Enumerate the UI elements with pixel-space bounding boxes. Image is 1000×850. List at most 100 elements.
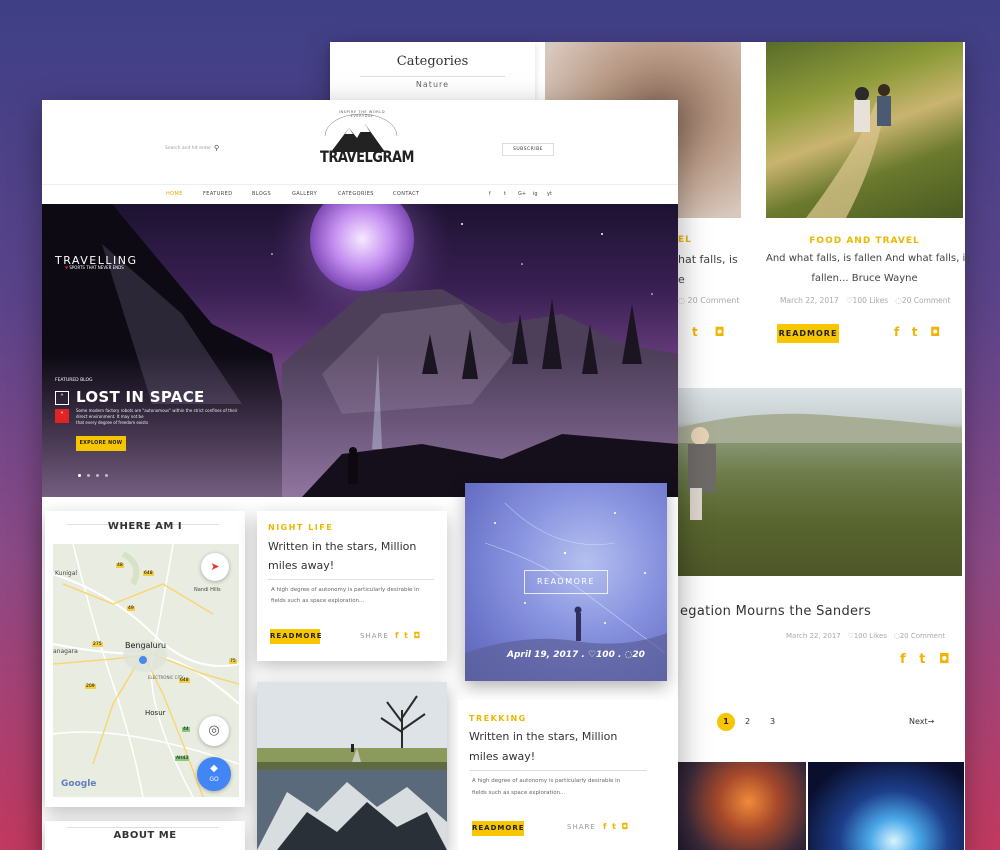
partial-post-comments-text: 20 Comment bbox=[687, 296, 740, 305]
stars-readmore-button[interactable]: READMORE bbox=[524, 570, 608, 594]
map-badge-648: 648 bbox=[143, 571, 154, 576]
stars-card-comments: 20 bbox=[632, 650, 645, 660]
heart-icon: ♡ bbox=[587, 650, 597, 660]
nav-blogs[interactable]: BLOGS bbox=[252, 191, 271, 197]
night-post-title-2[interactable]: miles away! bbox=[268, 559, 334, 572]
about-me-widget: ABOUT ME bbox=[45, 821, 245, 850]
trekking-share-label: SHARE bbox=[567, 823, 596, 831]
nav-featured[interactable]: FEATURED bbox=[203, 191, 232, 197]
page-3-button[interactable]: 3 bbox=[770, 717, 775, 726]
page-1-button[interactable]: 1 bbox=[717, 713, 735, 731]
logo-mountain-icon[interactable] bbox=[319, 112, 403, 152]
nav-gallery[interactable]: GALLERY bbox=[292, 191, 317, 197]
post-card-reflection-image[interactable] bbox=[257, 682, 447, 850]
map-badge-ah43: AH43 bbox=[175, 756, 190, 761]
facebook-icon[interactable]: f bbox=[894, 325, 899, 339]
hero-desc-3: that every degree of freedom exists bbox=[76, 420, 149, 425]
twitter-icon[interactable]: t bbox=[692, 325, 698, 339]
partial-post-comments: ◌ 20 Comment bbox=[678, 296, 739, 305]
nav-googleplus-icon[interactable]: G+ bbox=[518, 191, 526, 197]
twitter-icon[interactable]: t bbox=[919, 652, 925, 667]
compass-icon: ➤ bbox=[210, 560, 220, 573]
twitter-icon[interactable]: t bbox=[612, 822, 616, 831]
trekking-post-title-2[interactable]: miles away! bbox=[469, 750, 535, 763]
post-image-girl-field[interactable] bbox=[678, 388, 962, 576]
nav-home[interactable]: HOME bbox=[166, 191, 183, 197]
trekking-post-category: TREKKING bbox=[469, 714, 527, 723]
food-post-date: March 22, 2017 bbox=[780, 296, 839, 305]
map-label-kunigal: Kunigal bbox=[55, 570, 78, 577]
map-badge-75: 75 bbox=[229, 659, 237, 664]
instagram-icon[interactable]: ◘ bbox=[621, 822, 628, 831]
subscribe-label: SUBSCRIBE bbox=[512, 147, 544, 152]
go-label: GO bbox=[209, 776, 219, 783]
hero-banner: TRAVELLING ▼ SPORTS THAT NEVER ENDS FEAT… bbox=[42, 204, 678, 497]
about-me-title: ABOUT ME bbox=[113, 830, 177, 841]
subscribe-button[interactable]: SUBSCRIBE bbox=[502, 143, 554, 156]
nav-twitter-icon[interactable]: t bbox=[504, 191, 506, 197]
my-location-button[interactable]: ◎ bbox=[199, 716, 229, 746]
nav-categories[interactable]: CATEGORIES bbox=[338, 191, 374, 197]
nav-youtube-icon[interactable]: yt bbox=[547, 191, 552, 197]
facebook-icon[interactable]: f bbox=[900, 652, 906, 667]
instagram-icon[interactable]: ◘ bbox=[930, 325, 940, 339]
instagram-icon[interactable]: ◘ bbox=[413, 631, 420, 640]
search-placeholder: Search and hit enter bbox=[165, 146, 212, 151]
hero-title[interactable]: LOST IN SPACE bbox=[76, 388, 205, 406]
search-icon[interactable]: ⚲ bbox=[214, 144, 219, 152]
go-directions-button[interactable]: ◆ GO bbox=[197, 757, 231, 791]
post-image-couple-path[interactable] bbox=[766, 42, 963, 218]
partial-post-excerpt-1: hat falls, is bbox=[678, 253, 738, 266]
logo-text[interactable]: TRAVELGRAM bbox=[320, 148, 414, 167]
food-post-meta: March 22, 2017 ♡100 Likes ◌20 Comment bbox=[780, 296, 951, 305]
trekking-readmore-button[interactable]: READMORE bbox=[472, 821, 524, 836]
night-readmore-button[interactable]: READMORE bbox=[270, 629, 322, 644]
food-post-excerpt-2: fallen... Bruce Wayne bbox=[811, 273, 918, 284]
twitter-icon[interactable]: t bbox=[404, 631, 408, 640]
nav-contact[interactable]: CONTACT bbox=[393, 191, 420, 197]
post-card-night-life: NIGHT LIFE Written in the stars, Million… bbox=[257, 511, 447, 661]
trekking-post-social: f t ◘ bbox=[603, 822, 628, 831]
facebook-icon[interactable]: f bbox=[395, 631, 398, 640]
trekking-post-title-1[interactable]: Written in the stars, Million bbox=[469, 730, 617, 743]
next-page-link[interactable]: Next→ bbox=[909, 717, 934, 726]
logo-tagline: INSPIRE THE WORLD EVERYDAY bbox=[338, 110, 386, 118]
slider-dot-active[interactable] bbox=[78, 474, 81, 477]
gallery-image-planet[interactable] bbox=[808, 762, 964, 850]
map[interactable]: Kunigal Nandi Hills anagara Bengaluru EL… bbox=[53, 544, 239, 797]
nav-instagram-icon[interactable]: ig bbox=[533, 191, 538, 197]
post-card-stars-image[interactable]: READMORE April 19, 2017 . ♡100 . ◌20 bbox=[465, 483, 667, 681]
partial-post-excerpt-2: e bbox=[678, 273, 685, 286]
categories-item-nature[interactable]: Nature bbox=[330, 80, 535, 89]
where-am-i-widget: WHERE AM I Kunigal Nandi Hills anagara B… bbox=[45, 511, 245, 807]
about-title-line bbox=[67, 827, 219, 828]
instagram-icon[interactable]: ◘ bbox=[939, 652, 950, 667]
compass-button[interactable]: ➤ bbox=[201, 553, 229, 581]
facebook-icon[interactable]: f bbox=[603, 822, 606, 831]
field-post-social: f t ◘ bbox=[900, 652, 950, 667]
slider-dot[interactable] bbox=[87, 474, 91, 477]
trekking-post-excerpt-2: fields such as space exploration... bbox=[472, 790, 566, 796]
explore-now-button[interactable]: EXPLORE NOW bbox=[76, 436, 126, 451]
twitter-icon[interactable]: t bbox=[912, 325, 918, 339]
comment-icon: ◌ bbox=[678, 296, 685, 305]
slider-up-button[interactable]: ˄ bbox=[55, 391, 69, 405]
chevron-down-icon: ˅ bbox=[60, 411, 64, 420]
slider-dots bbox=[78, 462, 109, 481]
field-post-date: March 22, 2017 bbox=[786, 632, 841, 640]
where-am-i-title: WHERE AM I bbox=[107, 521, 183, 532]
night-post-title-1[interactable]: Written in the stars, Million bbox=[268, 540, 416, 553]
locate-icon: ◎ bbox=[208, 723, 220, 738]
hero-desc-1: Some modern factory robots are "autonomo… bbox=[76, 408, 238, 413]
categories-title: Categories bbox=[396, 54, 469, 69]
page-2-button[interactable]: 2 bbox=[745, 717, 750, 726]
gallery-image-canyon[interactable] bbox=[678, 762, 806, 850]
slider-down-button[interactable]: ˅ bbox=[55, 409, 69, 423]
slider-dot[interactable] bbox=[105, 474, 109, 477]
nav-facebook-icon[interactable]: f bbox=[489, 191, 491, 197]
field-post-title[interactable]: egation Mourns the Sanders bbox=[680, 604, 871, 619]
instagram-icon[interactable]: ◘ bbox=[714, 325, 724, 339]
food-readmore-button[interactable]: READMORE bbox=[777, 324, 839, 343]
map-label-nandi: Nandi Hills bbox=[194, 587, 221, 593]
slider-dot[interactable] bbox=[96, 474, 100, 477]
